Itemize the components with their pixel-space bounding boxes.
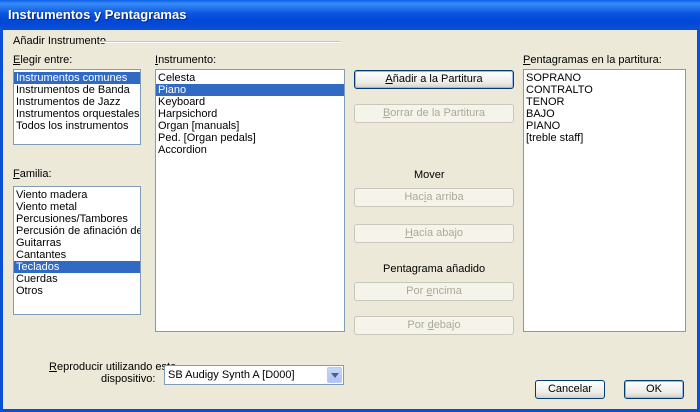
list-item[interactable]: Harpsichord xyxy=(156,108,344,120)
list-item[interactable]: Organ [manuals] xyxy=(156,120,344,132)
list-item[interactable]: Teclados xyxy=(14,261,140,273)
family-label: Familia: xyxy=(13,168,52,180)
list-item[interactable]: Instrumentos comunes xyxy=(14,72,140,84)
device-label-line1: Reproducir utilizando este xyxy=(49,361,177,373)
move-down-button[interactable]: Hacia abajo xyxy=(354,224,514,243)
score-staves-listbox[interactable]: SOPRANO CONTRALTO TENOR BAJO PIANO [treble st… xyxy=(523,69,686,332)
list-item[interactable]: Viento madera xyxy=(14,189,140,201)
list-item[interactable]: Instrumentos orquestales xyxy=(14,108,140,120)
add-below-button[interactable]: Por debajo xyxy=(354,316,514,335)
group-label: Añadir Instrumento xyxy=(13,35,106,47)
move-up-button[interactable]: Hacia arriba xyxy=(354,188,514,207)
list-item[interactable]: Viento metal xyxy=(14,201,140,213)
instrument-listbox[interactable]: Celesta Piano Keyboard Harpsichord Organ [ma… xyxy=(155,69,345,332)
list-item[interactable]: Guitarras xyxy=(14,237,140,249)
choose-label: Elegir entre: xyxy=(13,54,73,66)
list-item[interactable]: PIANO xyxy=(524,120,685,132)
device-select[interactable]: SB Audigy Synth A [D000] xyxy=(164,365,344,385)
device-select-value: SB Audigy Synth A [D000] xyxy=(168,369,295,381)
list-item[interactable]: Accordion xyxy=(156,144,344,156)
list-item[interactable]: Instrumentos de Banda xyxy=(14,84,140,96)
device-label-line2: dispositivo: xyxy=(101,373,156,385)
added-staff-label: Pentagrama añadido xyxy=(383,263,486,275)
list-item[interactable]: Celesta xyxy=(156,72,344,84)
title-bar[interactable]: Instrumentos y Pentagramas xyxy=(0,0,700,30)
move-label: Mover xyxy=(414,169,445,181)
instrument-label: Instrumento: xyxy=(155,54,217,66)
chevron-down-icon[interactable] xyxy=(327,367,342,383)
add-to-score-button[interactable]: Añadir a la Partitura xyxy=(354,70,514,89)
list-item[interactable]: SOPRANO xyxy=(524,72,685,84)
list-item[interactable]: Keyboard xyxy=(156,96,344,108)
list-item[interactable]: CONTRALTO xyxy=(524,84,685,96)
list-item[interactable]: Piano xyxy=(156,84,344,96)
list-item[interactable]: Percusiones/Tambores xyxy=(14,213,140,225)
list-item[interactable]: TENOR xyxy=(524,96,685,108)
family-listbox[interactable]: Viento madera Viento metal Percusiones/Tam… xyxy=(13,186,141,315)
ok-button[interactable]: OK xyxy=(624,380,684,399)
list-item[interactable]: Ped. [Organ pedals] xyxy=(156,132,344,144)
remove-from-score-button[interactable]: Borrar de la Partitura xyxy=(354,104,514,123)
list-item[interactable]: Todos los instrumentos xyxy=(14,120,140,132)
choose-listbox[interactable]: Instrumentos comunes Instrumentos de Band… xyxy=(13,69,141,145)
list-item[interactable]: BAJO xyxy=(524,108,685,120)
list-item[interactable]: Cuerdas xyxy=(14,273,140,285)
list-item[interactable]: Instrumentos de Jazz xyxy=(14,96,140,108)
list-item[interactable]: Otros xyxy=(14,285,140,297)
group-divider xyxy=(100,41,340,43)
list-item[interactable]: Cantantes xyxy=(14,249,140,261)
add-above-button[interactable]: Por encima xyxy=(354,282,514,301)
score-staves-label: Pentagramas en la partitura: xyxy=(523,54,662,66)
cancel-button[interactable]: Cancelar xyxy=(535,380,605,399)
list-item[interactable]: [treble staff] xyxy=(524,132,685,144)
window-title: Instrumentos y Pentagramas xyxy=(8,7,187,22)
list-item[interactable]: Percusión de afinación deter xyxy=(14,225,140,237)
